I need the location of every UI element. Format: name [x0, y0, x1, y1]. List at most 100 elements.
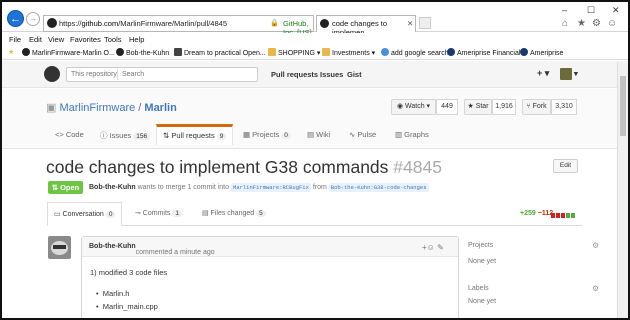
watch-count[interactable]: 449 [436, 99, 458, 115]
repo-name-link[interactable]: Marlin [144, 102, 176, 114]
repo-icon: ▣ [46, 102, 60, 114]
base-branch[interactable]: MarlinFirmware:RCBugFix [230, 183, 311, 192]
user-menu-caret-icon[interactable]: ▾ [574, 69, 578, 78]
comment-actions-icon[interactable]: +☺ ✎ [422, 243, 444, 252]
menu-view[interactable]: View [48, 35, 64, 44]
folder-icon [268, 48, 276, 56]
tab-graphs[interactable]: ▥ Graphs [395, 129, 429, 149]
projects-label: Projects [468, 242, 494, 249]
favorite-item[interactable]: Ameriprise [520, 48, 563, 57]
vertical-scrollbar[interactable] [617, 62, 628, 318]
diff-bar [566, 213, 570, 218]
github-logo-icon[interactable] [44, 66, 60, 82]
comment-line: 1) modified 3 code files [90, 268, 168, 277]
pr-meta: Bob-the-Kuhn wants to merge 1 commit int… [89, 183, 429, 192]
issues-count: 156 [133, 133, 151, 140]
favorite-item[interactable]: Ameriprise Financial [447, 48, 520, 57]
folder-icon [322, 48, 330, 56]
browser-tab[interactable]: code changes to implemen... ✕ [316, 15, 416, 37]
tab-commits[interactable]: ⊸ Commits 1 [135, 209, 183, 217]
lock-icon: 🔒 [270, 20, 279, 27]
new-tab-button[interactable] [419, 17, 431, 29]
menu-favorites[interactable]: Favorites [70, 35, 101, 44]
pr-tabs: ▭ Conversation 0 ⊸ Commits 1 ▤ Files chang… [47, 202, 582, 226]
tab-code[interactable]: <> Code [55, 129, 84, 149]
fork-button[interactable]: ⑂ Fork [522, 99, 551, 115]
diff-stats: +259 −112 [520, 210, 553, 217]
comment-meta: Bob-the-Kuhn commented a minute ago [89, 243, 215, 256]
star-count[interactable]: 1,916 [492, 99, 516, 115]
forward-button[interactable]: → [26, 12, 40, 26]
tab-wiki[interactable]: ▤ Wiki [307, 129, 330, 149]
tab-conversation[interactable]: ▭ Conversation 0 [47, 202, 123, 226]
projects-gear-icon[interactable]: ⚙ [592, 241, 599, 250]
browser-window: ← → https://github.com/MarlinFirmware/Ma… [0, 0, 630, 320]
new-menu-button[interactable]: + ▾ [537, 68, 549, 79]
comment-author-link[interactable]: Bob-the-Kuhn [89, 243, 136, 250]
comment-box: Bob-the-Kuhn commented a minute ago +☺ ✎… [81, 236, 459, 318]
menu-tools[interactable]: Tools [104, 35, 122, 44]
favorite-folder[interactable]: Investments ▾ [322, 48, 375, 57]
tab-files-changed[interactable]: ▤ Files changed 5 [202, 209, 266, 217]
smiley-feedback-icon[interactable]: ☺ [607, 18, 617, 29]
github-favicon-icon [47, 18, 57, 28]
menu-file[interactable]: File [9, 35, 21, 44]
user-avatar[interactable] [560, 68, 572, 80]
maximize-button[interactable]: ☐ [587, 5, 595, 16]
favorites-star-icon[interactable]: ★ [577, 18, 586, 29]
favorite-item[interactable]: Bob-the-Kuhn [116, 48, 169, 57]
tab-close-icon[interactable]: ✕ [407, 19, 413, 28]
favorites-star-icon: ★ [8, 49, 15, 56]
search-placeholder: Search [122, 71, 145, 78]
tab-projects[interactable]: ▦ Projects 0 [243, 129, 291, 149]
diff-bar [571, 213, 575, 218]
commenter-avatar[interactable] [48, 236, 71, 259]
favorite-item[interactable]: MarlinFirmware-Marlin O... [22, 48, 115, 57]
star-button[interactable]: ★ Star [464, 99, 492, 115]
url-field[interactable]: https://github.com/MarlinFirmware/Marlin… [43, 15, 314, 37]
repo-owner-link[interactable]: MarlinFirmware [59, 102, 135, 114]
diff-bar [556, 213, 560, 218]
ameriprise-icon [520, 48, 528, 56]
github-icon [22, 48, 30, 56]
github-icon [116, 48, 124, 56]
back-button[interactable]: ← [7, 10, 24, 27]
nav-gist[interactable]: Gist [347, 70, 362, 79]
pr-title: code changes to implement G38 commands #… [46, 157, 442, 177]
menu-help[interactable]: Help [129, 35, 144, 44]
head-branch[interactable]: Bob-the-Kuhn:G38-code-changes [328, 183, 429, 192]
projects-value: None yet [468, 258, 497, 265]
page-icon [174, 48, 182, 56]
minimize-button[interactable]: – [562, 5, 567, 15]
watch-button[interactable]: ◉ Watch ▾ [391, 99, 436, 115]
favorite-item[interactable]: Dream to practical Open... [174, 48, 266, 57]
home-icon[interactable]: ⌂ [562, 18, 568, 29]
conversation-count: 0 [105, 211, 116, 218]
close-window-button[interactable]: ✕ [612, 5, 620, 16]
google-icon [381, 48, 389, 56]
settings-gear-icon[interactable]: ⚙ [592, 18, 601, 29]
favorite-folder[interactable]: SHOPPING ▾ [268, 48, 320, 57]
divider [117, 69, 118, 80]
commits-count: 1 [172, 210, 183, 217]
scrollbar-thumb[interactable] [620, 76, 626, 136]
list-item: • Marlin_main.cpp [96, 302, 158, 311]
edit-button[interactable]: Edit [553, 159, 578, 173]
nav-issues[interactable]: Issues [320, 70, 343, 79]
labels-gear-icon[interactable]: ⚙ [592, 284, 599, 293]
favorite-item[interactable]: add google search [381, 48, 449, 57]
fork-count[interactable]: 3,310 [551, 99, 577, 115]
menu-edit[interactable]: Edit [29, 35, 42, 44]
nav-pull-requests[interactable]: Pull requests [271, 70, 318, 79]
pr-author-link[interactable]: Bob-the-Kuhn [89, 184, 136, 191]
files-count: 5 [256, 210, 266, 217]
repo-header: ▣ MarlinFirmware / Marlin ◉ Watch ▾ 449 … [2, 89, 628, 149]
tab-issues[interactable]: ⓘ Issues 156 [100, 129, 151, 149]
labels-label: Labels [468, 285, 489, 292]
search-input[interactable]: This repository Search [66, 67, 258, 82]
list-item: • Marlin.h [96, 289, 130, 298]
status-badge: ⇅ Open [48, 181, 83, 194]
tab-pulse[interactable]: ∿ Pulse [349, 129, 376, 149]
tab-pull-requests[interactable]: ⇅ Pull requests 9 [156, 124, 234, 145]
comment-header: Bob-the-Kuhn commented a minute ago +☺ ✎ [82, 237, 458, 257]
